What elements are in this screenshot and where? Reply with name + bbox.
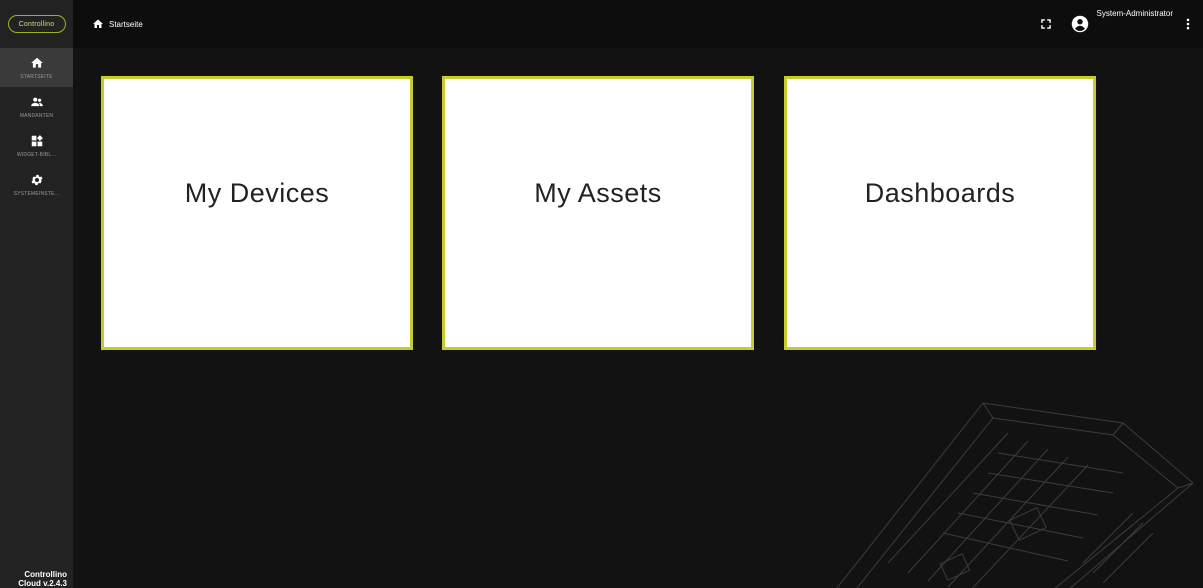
- version-line-1: Controllino: [24, 570, 67, 579]
- sidebar-item-label: Widget-Bibl...: [16, 151, 57, 158]
- sidebar-item-label: Systemeinste...: [13, 190, 60, 197]
- plc-device-illustration: [836, 402, 1194, 588]
- users-icon: [30, 97, 43, 106]
- sidebar-item-label: Mandanten: [19, 112, 54, 119]
- logo-text: Controllino: [18, 20, 55, 28]
- gear-icon: [30, 174, 43, 185]
- sidebar-item-mandanten[interactable]: Mandanten: [0, 87, 73, 126]
- app-root: Controllino Startseite Mandanten Widget-…: [0, 0, 1203, 588]
- header-actions: System-Administrator: [1039, 9, 1193, 33]
- breadcrumb-label: Startseite: [109, 19, 143, 29]
- main-content: My Devices My Assets Dashboards: [73, 48, 1203, 588]
- tile-label: Dashboards: [864, 177, 1016, 208]
- breadcrumb[interactable]: Startseite: [92, 18, 143, 30]
- sidebar-item-systemeinstellungen[interactable]: Systemeinste...: [0, 165, 73, 204]
- fullscreen-icon[interactable]: [1039, 17, 1053, 31]
- tile-label: My Devices: [184, 177, 330, 208]
- controllino-logo: Controllino: [7, 15, 66, 33]
- tile-my-assets[interactable]: My Assets: [442, 76, 754, 350]
- logo-container[interactable]: Controllino: [0, 0, 73, 48]
- version-info: Controllino Cloud v.2.4.3: [0, 570, 73, 588]
- sidebar: Controllino Startseite Mandanten Widget-…: [0, 0, 73, 588]
- top-bar: Startseite System-Administrator: [73, 0, 1203, 48]
- tile-my-devices[interactable]: My Devices: [101, 76, 413, 350]
- widgets-icon: [31, 134, 43, 146]
- home-icon: [30, 57, 43, 68]
- home-icon: [93, 19, 103, 28]
- sidebar-item-widget-bibliothek[interactable]: Widget-Bibl...: [0, 126, 73, 165]
- more-vert-icon[interactable]: [1183, 17, 1193, 31]
- sidebar-item-startseite[interactable]: Startseite: [0, 48, 73, 87]
- sidebar-item-label: Startseite: [20, 73, 53, 80]
- tile-label: My Assets: [534, 177, 662, 208]
- version-line-2: Cloud v.2.4.3: [18, 579, 67, 588]
- account-circle-icon[interactable]: [1071, 15, 1089, 33]
- tile-dashboards[interactable]: Dashboards: [784, 76, 1096, 350]
- user-name[interactable]: System-Administrator: [1097, 9, 1173, 18]
